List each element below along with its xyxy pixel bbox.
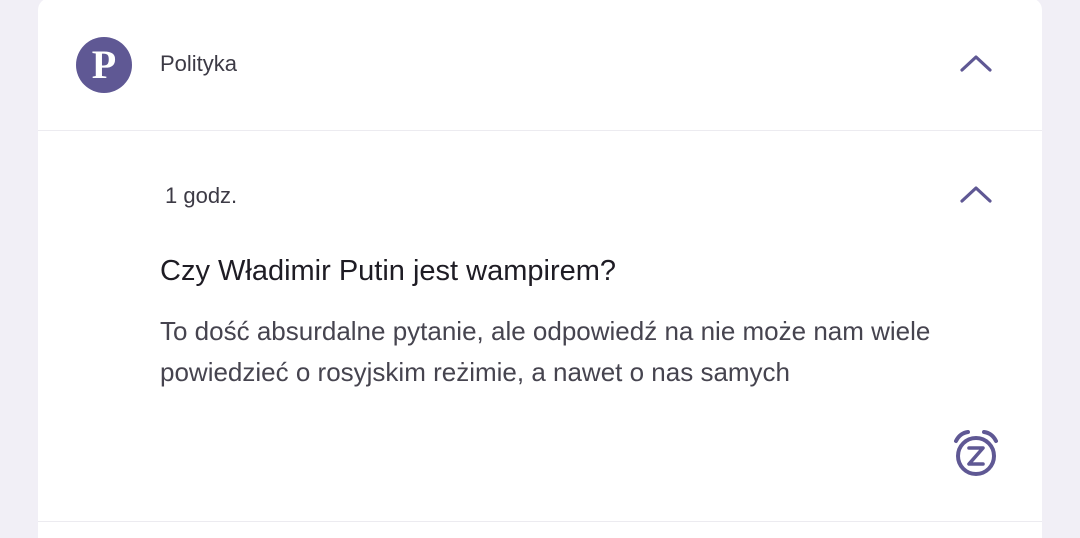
notification-item[interactable]: 1 godz. Czy Władimir Putin jest wampirem… bbox=[38, 131, 1042, 522]
notification-time: 1 godz. bbox=[165, 183, 238, 208]
notification-collapse-chevron-up-icon[interactable] bbox=[956, 179, 996, 209]
app-avatar: P bbox=[76, 37, 132, 93]
notification-body: To dość absurdalne pytanie, ale odpowied… bbox=[160, 316, 931, 387]
notification-card: P Polityka 1 godz. Czy Władimir Putin je… bbox=[38, 0, 1042, 538]
notification-title: Czy Władimir Putin jest wampirem? bbox=[160, 255, 617, 287]
notification-group-header[interactable]: P Polityka bbox=[38, 0, 1042, 131]
snooze-alarm-icon[interactable] bbox=[952, 429, 1000, 479]
group-collapse-chevron-up-icon[interactable] bbox=[956, 48, 996, 78]
app-name: Polityka bbox=[160, 51, 238, 76]
